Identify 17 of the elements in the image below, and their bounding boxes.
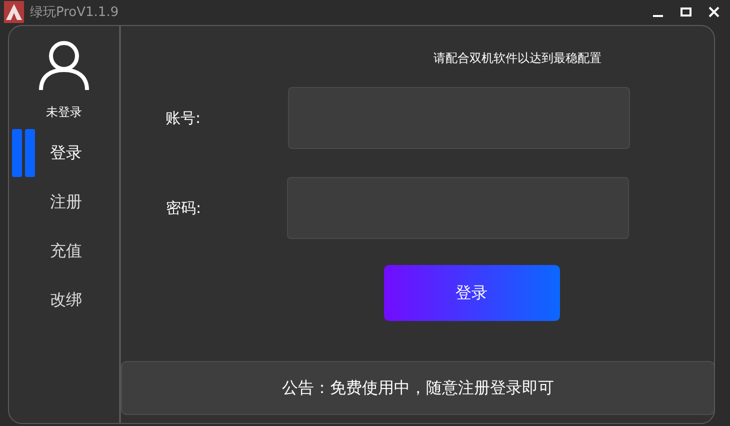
- app-logo-icon: [4, 1, 24, 23]
- sidebar-item[interactable]: 充值: [50, 240, 82, 262]
- user-avatar-icon: [38, 40, 90, 92]
- user-status: 未登录: [46, 104, 82, 121]
- input-field[interactable]: [288, 87, 630, 149]
- sidebar-item[interactable]: 注册: [50, 192, 82, 212]
- hint-text: 请配合双机软件以达到最稳配置: [434, 50, 602, 67]
- window-title: 绿玩ProV1.1.9: [30, 4, 119, 21]
- sidebar-item[interactable]: 改绑: [50, 290, 82, 310]
- maximize-icon[interactable]: [680, 6, 692, 18]
- sidebar-item[interactable]: 登录: [50, 142, 82, 164]
- notice-bar: 公告：免费使用中，随意注册登录即可: [121, 361, 714, 415]
- close-icon[interactable]: [708, 6, 720, 18]
- field-label: 密码:: [166, 198, 202, 218]
- input-field[interactable]: [287, 177, 629, 239]
- field-label: 账号:: [166, 108, 202, 128]
- login-button[interactable]: 登录: [384, 265, 560, 321]
